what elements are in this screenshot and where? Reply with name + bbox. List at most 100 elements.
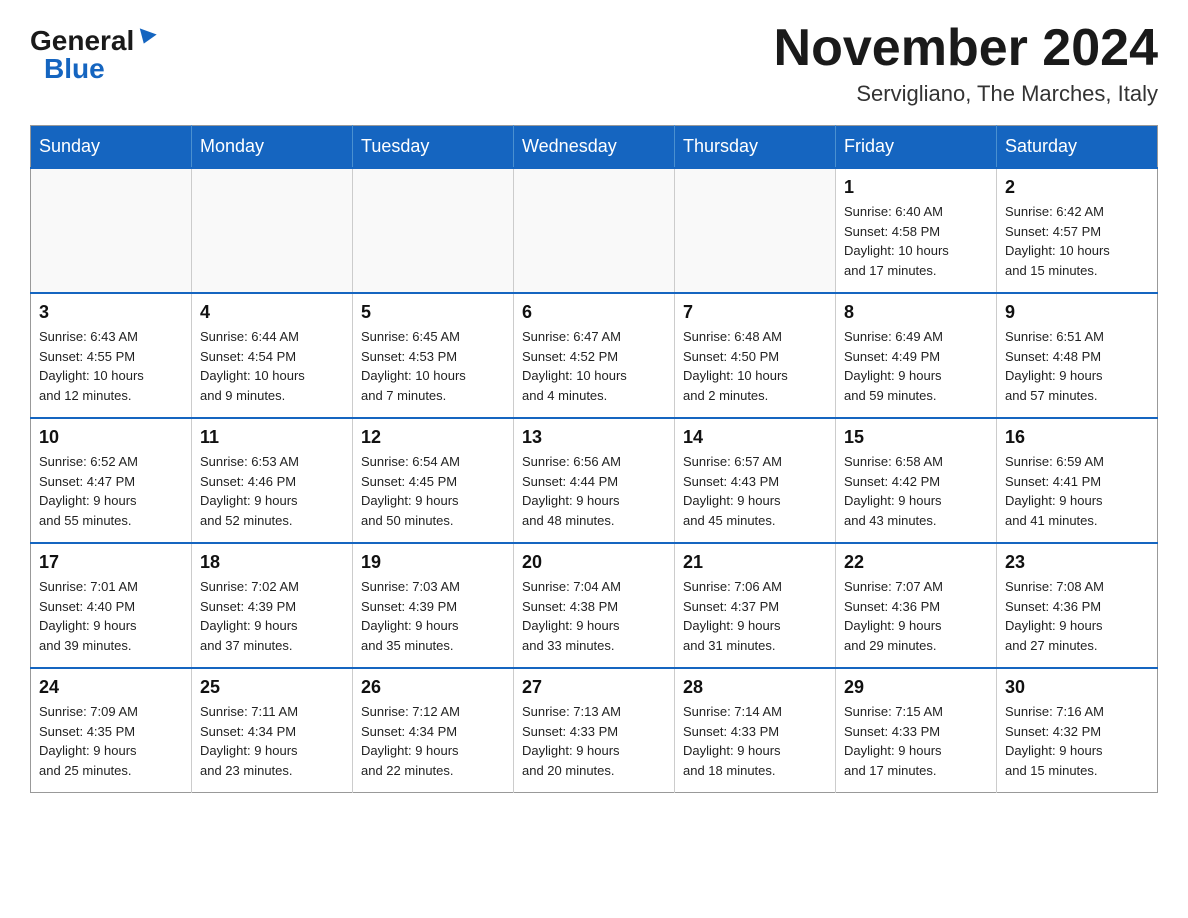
page-title: November 2024 [774,20,1158,77]
logo-general: General [30,25,134,56]
day-number: 4 [200,302,344,323]
calendar-cell: 3Sunrise: 6:43 AM Sunset: 4:55 PM Daylig… [31,293,192,418]
calendar-cell: 27Sunrise: 7:13 AM Sunset: 4:33 PM Dayli… [514,668,675,793]
day-info: Sunrise: 7:13 AM Sunset: 4:33 PM Dayligh… [522,702,666,780]
calendar-header-row: SundayMondayTuesdayWednesdayThursdayFrid… [31,126,1158,169]
day-number: 30 [1005,677,1149,698]
calendar-table: SundayMondayTuesdayWednesdayThursdayFrid… [30,125,1158,793]
day-info: Sunrise: 7:04 AM Sunset: 4:38 PM Dayligh… [522,577,666,655]
day-number: 7 [683,302,827,323]
day-number: 15 [844,427,988,448]
day-info: Sunrise: 6:52 AM Sunset: 4:47 PM Dayligh… [39,452,183,530]
calendar-cell: 12 Sunrise: 6:54 AM Sunset: 4:45 PM Dayli… [353,418,514,543]
calendar-cell [192,168,353,293]
calendar-cell [675,168,836,293]
calendar-cell: 17 Sunrise: 7:01 AM Sunset: 4:40 PM Dayli… [31,543,192,668]
day-number: 19 [361,552,505,573]
day-info: Sunrise: 7:08 AM Sunset: 4:36 PM Dayligh… [1005,577,1149,655]
calendar-cell: 6 Sunrise: 6:47 AM Sunset: 4:52 PM Daylig… [514,293,675,418]
calendar-cell: 21 Sunrise: 7:06 AM Sunset: 4:37 PM Dayli… [675,543,836,668]
day-number: 13 [522,427,666,448]
day-number: 5 [361,302,505,323]
day-number: 22 [844,552,988,573]
day-number: 18 [200,552,344,573]
day-number: 25 [200,677,344,698]
day-number: 16 [1005,427,1149,448]
day-info: Sunrise: 6:42 AM Sunset: 4:57 PM Dayligh… [1005,202,1149,280]
logo-arrow-icon [136,28,157,46]
calendar-cell: 1Sunrise: 6:40 AM Sunset: 4:58 PM Daylig… [836,168,997,293]
day-info: Sunrise: 6:58 AM Sunset: 4:42 PM Dayligh… [844,452,988,530]
calendar-cell: 30 Sunrise: 7:16 AM Sunset: 4:32 PM Dayli… [997,668,1158,793]
page-subtitle: Servigliano, The Marches, Italy [774,81,1158,107]
calendar-week-row: 3Sunrise: 6:43 AM Sunset: 4:55 PM Daylig… [31,293,1158,418]
day-info: Sunrise: 6:45 AM Sunset: 4:53 PM Dayligh… [361,327,505,405]
logo: General Blue [30,20,155,85]
col-header-saturday: Saturday [997,126,1158,169]
calendar-cell: 18 Sunrise: 7:02 AM Sunset: 4:39 PM Dayli… [192,543,353,668]
title-area: November 2024 Servigliano, The Marches, … [774,20,1158,107]
day-info: Sunrise: 7:09 AM Sunset: 4:35 PM Dayligh… [39,702,183,780]
day-info: Sunrise: 6:49 AM Sunset: 4:49 PM Dayligh… [844,327,988,405]
calendar-cell [514,168,675,293]
calendar-cell: 23 Sunrise: 7:08 AM Sunset: 4:36 PM Dayli… [997,543,1158,668]
day-number: 9 [1005,302,1149,323]
page-header: General Blue November 2024 Servigliano, … [30,20,1158,107]
day-info: Sunrise: 6:56 AM Sunset: 4:44 PM Dayligh… [522,452,666,530]
calendar-cell: 4 Sunrise: 6:44 AM Sunset: 4:54 PM Daylig… [192,293,353,418]
day-number: 23 [1005,552,1149,573]
day-info: Sunrise: 7:12 AM Sunset: 4:34 PM Dayligh… [361,702,505,780]
calendar-cell: 20 Sunrise: 7:04 AM Sunset: 4:38 PM Dayli… [514,543,675,668]
day-info: Sunrise: 7:16 AM Sunset: 4:32 PM Dayligh… [1005,702,1149,780]
day-info: Sunrise: 7:01 AM Sunset: 4:40 PM Dayligh… [39,577,183,655]
day-number: 8 [844,302,988,323]
day-number: 3 [39,302,183,323]
day-info: Sunrise: 6:54 AM Sunset: 4:45 PM Dayligh… [361,452,505,530]
calendar-cell: 15 Sunrise: 6:58 AM Sunset: 4:42 PM Dayli… [836,418,997,543]
day-info: Sunrise: 7:07 AM Sunset: 4:36 PM Dayligh… [844,577,988,655]
day-number: 17 [39,552,183,573]
day-number: 21 [683,552,827,573]
col-header-monday: Monday [192,126,353,169]
day-info: Sunrise: 7:03 AM Sunset: 4:39 PM Dayligh… [361,577,505,655]
calendar-cell: 28 Sunrise: 7:14 AM Sunset: 4:33 PM Dayli… [675,668,836,793]
calendar-cell: 25 Sunrise: 7:11 AM Sunset: 4:34 PM Dayli… [192,668,353,793]
day-info: Sunrise: 7:14 AM Sunset: 4:33 PM Dayligh… [683,702,827,780]
day-info: Sunrise: 6:51 AM Sunset: 4:48 PM Dayligh… [1005,327,1149,405]
calendar-cell: 13 Sunrise: 6:56 AM Sunset: 4:44 PM Dayli… [514,418,675,543]
day-info: Sunrise: 7:02 AM Sunset: 4:39 PM Dayligh… [200,577,344,655]
day-info: Sunrise: 6:44 AM Sunset: 4:54 PM Dayligh… [200,327,344,405]
col-header-wednesday: Wednesday [514,126,675,169]
day-info: Sunrise: 6:59 AM Sunset: 4:41 PM Dayligh… [1005,452,1149,530]
day-number: 24 [39,677,183,698]
day-number: 26 [361,677,505,698]
day-number: 12 [361,427,505,448]
calendar-week-row: 24 Sunrise: 7:09 AM Sunset: 4:35 PM Dayli… [31,668,1158,793]
day-info: Sunrise: 6:47 AM Sunset: 4:52 PM Dayligh… [522,327,666,405]
day-info: Sunrise: 7:06 AM Sunset: 4:37 PM Dayligh… [683,577,827,655]
calendar-cell: 2Sunrise: 6:42 AM Sunset: 4:57 PM Daylig… [997,168,1158,293]
day-number: 29 [844,677,988,698]
calendar-cell: 14 Sunrise: 6:57 AM Sunset: 4:43 PM Dayli… [675,418,836,543]
calendar-cell: 7Sunrise: 6:48 AM Sunset: 4:50 PM Daylig… [675,293,836,418]
day-info: Sunrise: 7:15 AM Sunset: 4:33 PM Dayligh… [844,702,988,780]
calendar-cell: 26 Sunrise: 7:12 AM Sunset: 4:34 PM Dayli… [353,668,514,793]
day-number: 14 [683,427,827,448]
day-info: Sunrise: 6:40 AM Sunset: 4:58 PM Dayligh… [844,202,988,280]
day-number: 20 [522,552,666,573]
day-info: Sunrise: 6:53 AM Sunset: 4:46 PM Dayligh… [200,452,344,530]
calendar-cell: 11Sunrise: 6:53 AM Sunset: 4:46 PM Dayli… [192,418,353,543]
calendar-cell [31,168,192,293]
calendar-week-row: 10 Sunrise: 6:52 AM Sunset: 4:47 PM Dayli… [31,418,1158,543]
calendar-cell: 24 Sunrise: 7:09 AM Sunset: 4:35 PM Dayli… [31,668,192,793]
logo-blue: Blue [44,53,105,84]
day-number: 10 [39,427,183,448]
day-info: Sunrise: 6:57 AM Sunset: 4:43 PM Dayligh… [683,452,827,530]
day-number: 28 [683,677,827,698]
calendar-cell: 19 Sunrise: 7:03 AM Sunset: 4:39 PM Dayli… [353,543,514,668]
col-header-friday: Friday [836,126,997,169]
day-info: Sunrise: 7:11 AM Sunset: 4:34 PM Dayligh… [200,702,344,780]
day-number: 6 [522,302,666,323]
col-header-thursday: Thursday [675,126,836,169]
calendar-cell: 10 Sunrise: 6:52 AM Sunset: 4:47 PM Dayli… [31,418,192,543]
